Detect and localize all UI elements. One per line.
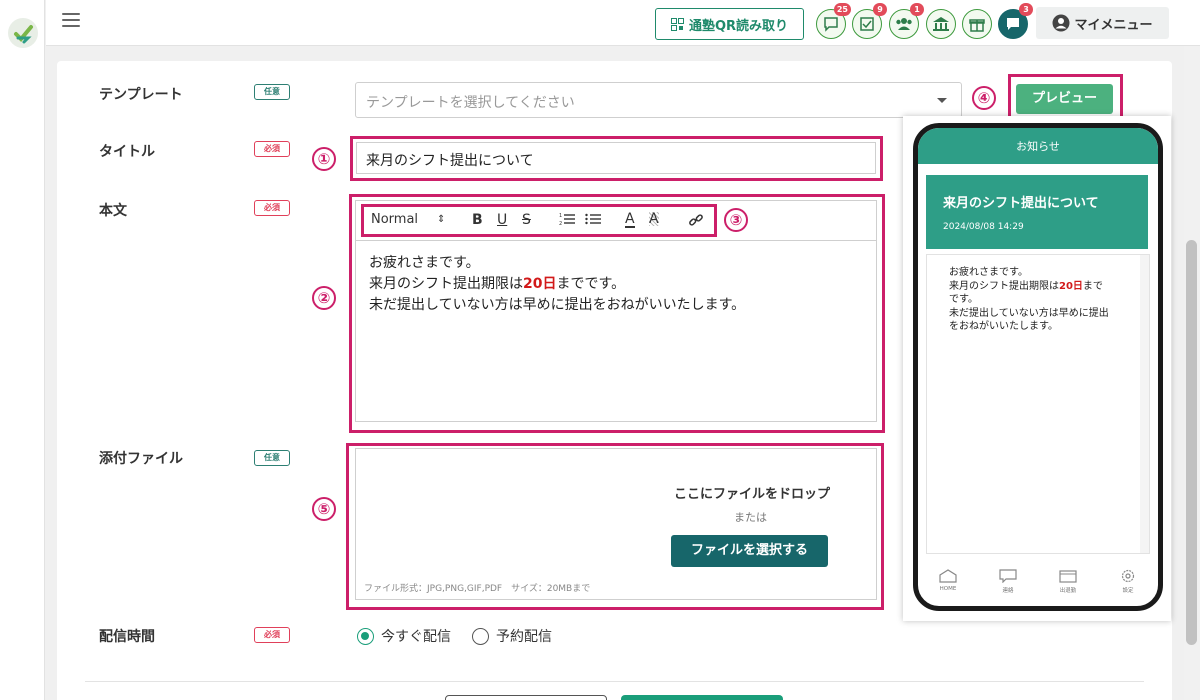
calendar-icon [1059, 570, 1077, 583]
users-icon[interactable]: 1 [889, 3, 924, 39]
delivery-required-tag: 必須 [254, 627, 290, 643]
phone-scrollbar[interactable] [1140, 255, 1149, 553]
attachment-optional-tag: 任意 [254, 450, 290, 466]
qr-read-button[interactable]: 通塾QR読み取り [655, 8, 804, 40]
radio-unchecked-icon [472, 627, 489, 645]
body-required-tag: 必須 [254, 200, 290, 216]
title-required-tag: 必須 [254, 141, 290, 157]
deliver-scheduled-radio[interactable]: 予約配信 [472, 626, 552, 646]
message-badge: 3 [1019, 3, 1033, 16]
callout-number-2: ② [312, 286, 336, 310]
contact-icon [999, 569, 1017, 583]
qr-read-label: 通塾QR読み取り [688, 18, 789, 34]
top-header: 通塾QR読み取り 25 9 1 3 マイメニュー [46, 0, 1200, 46]
phone-body-text: お疲れさまです。 来月のシフト提出期限は20日まで です。 未だ提出していない方… [949, 267, 1109, 332]
template-optional-tag: 任意 [254, 84, 290, 100]
callout-number-3: ③ [724, 208, 748, 232]
menu-hamburger-icon[interactable] [62, 13, 80, 29]
callout-box-3 [361, 204, 717, 237]
phone-nav-attendance[interactable]: 出退勤 [1043, 564, 1093, 606]
gear-icon [1121, 569, 1135, 583]
callout-number-1: ① [312, 147, 336, 171]
deliver-now-label: 今すぐ配信 [381, 629, 451, 645]
deliver-now-radio[interactable]: 今すぐ配信 [357, 626, 451, 646]
phone-frame: お知らせ 来月のシフト提出について 2024/08/08 14:29 お疲れさま… [913, 123, 1163, 611]
phone-notice-body: お疲れさまです。 来月のシフト提出期限は20日まで です。 未だ提出していない方… [926, 254, 1150, 554]
page-scrollbar-thumb[interactable] [1186, 240, 1197, 645]
body-label: 本文 [99, 203, 127, 219]
deliver-scheduled-label: 予約配信 [496, 629, 552, 645]
phone-nav-home[interactable]: HOME [923, 564, 973, 606]
phone-header: お知らせ [918, 128, 1158, 164]
phone-nav-contact[interactable]: 連絡 [983, 564, 1033, 606]
submit-button[interactable] [621, 695, 783, 700]
my-menu-label: マイメニュー [1074, 17, 1153, 33]
callout-number-4: ④ [972, 86, 996, 110]
users-badge: 1 [910, 3, 924, 16]
phone-notice-date: 2024/08/08 14:29 [943, 222, 1024, 232]
preview-button[interactable]: プレビュー [1016, 84, 1113, 114]
checklist-badge: 9 [873, 3, 887, 16]
delivery-label: 配信時間 [99, 629, 155, 645]
back-button[interactable] [445, 695, 607, 700]
preview-panel: お知らせ 来月のシフト提出について 2024/08/08 14:29 お疲れさま… [903, 116, 1171, 621]
account-icon [1052, 14, 1070, 32]
checklist-icon[interactable]: 9 [852, 3, 887, 39]
template-label: テンプレート [99, 87, 183, 103]
school-icon[interactable] [926, 9, 956, 39]
chat-badge: 25 [833, 3, 851, 16]
my-menu-button[interactable]: マイメニュー [1036, 7, 1169, 39]
message-icon[interactable]: 3 [998, 3, 1033, 39]
phone-notice-card: 来月のシフト提出について 2024/08/08 14:29 [926, 175, 1148, 249]
qr-icon [670, 17, 684, 31]
phone-bottom-nav: HOME 連絡 出退勤 設定 [918, 564, 1158, 606]
title-label: タイトル [99, 144, 155, 160]
app-logo[interactable] [8, 18, 38, 48]
template-placeholder: テンプレートを選択してください [366, 95, 575, 111]
attachment-label: 添付ファイル [99, 451, 183, 467]
chat-icon[interactable]: 25 [816, 3, 851, 39]
phone-notice-title: 来月のシフト提出について [943, 196, 1099, 211]
callout-box-1 [350, 136, 883, 181]
chevron-down-icon [937, 98, 947, 103]
phone-nav-settings[interactable]: 設定 [1103, 564, 1153, 606]
callout-number-5: ⑤ [312, 497, 336, 521]
callout-box-5 [346, 443, 884, 610]
left-rail [0, 0, 45, 700]
template-select[interactable]: テンプレートを選択してください [355, 82, 962, 118]
radio-checked-icon [357, 627, 374, 645]
gift-icon[interactable] [962, 9, 992, 39]
footer-divider [85, 681, 1144, 682]
home-icon [939, 569, 957, 583]
